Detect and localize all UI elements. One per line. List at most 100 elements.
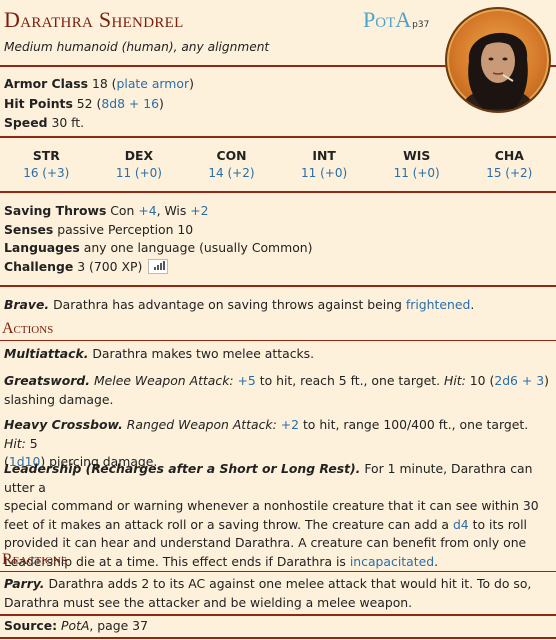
attack-roll[interactable]: +5 <box>238 373 256 388</box>
action-greatsword: Greatsword. Melee Weapon Attack: +5 to h… <box>4 373 549 407</box>
ability-con: CON 14 (+2) <box>185 146 278 182</box>
ability-name: STR <box>32 148 60 163</box>
action-title: Greatsword. <box>4 373 90 388</box>
action-title: Heavy Crossbow. <box>4 417 123 432</box>
ability-cha: CHA 15 (+2) <box>463 146 556 182</box>
action-text: to hit, range 100/400 ft., one target. <box>302 417 529 432</box>
creature-name: Darathra Shendrel <box>4 7 184 32</box>
action-title: Multiattack. <box>4 346 89 361</box>
ability-str: STR 16 (+3) <box>0 146 93 182</box>
languages-row: Languages any one language (usually Comm… <box>4 239 312 258</box>
trait-text: Darathra has advantage on saving throws … <box>53 297 402 312</box>
bar-chart-icon <box>163 260 166 270</box>
languages-value: any one language (usually Common) <box>83 240 313 256</box>
ability-name: WIS <box>403 148 431 163</box>
attack-type: Melee Weapon Attack: <box>93 373 234 388</box>
source-page: p37 <box>412 20 430 30</box>
speed-row: Speed 30 ft. <box>4 113 194 133</box>
bar-chart-icon <box>160 262 163 270</box>
ability-roll[interactable]: 15 (+2) <box>463 165 556 182</box>
token-portrait[interactable] <box>445 7 551 113</box>
damage-roll[interactable]: 2d6 + 3 <box>494 373 544 388</box>
action-text: Darathra makes two melee attacks. <box>92 346 315 361</box>
action-text: to its roll <box>472 516 528 532</box>
reaction-text: Darathra adds 2 to its AC against one me… <box>48 576 532 591</box>
divider <box>0 285 556 287</box>
hit-points-label: Hit Points <box>4 95 73 111</box>
ability-roll[interactable]: 11 (+0) <box>278 165 371 182</box>
ability-name: DEX <box>124 148 154 163</box>
hit-label: Hit: <box>444 373 466 388</box>
properties-block: Saving Throws Con +4, Wis +2 Senses pass… <box>4 202 312 276</box>
save-con-roll[interactable]: +4 <box>138 203 156 218</box>
speed-label: Speed <box>4 115 48 130</box>
speed-value: 30 ft. <box>51 115 85 130</box>
action-text: provided it can hear and understand Dara… <box>4 535 527 551</box>
damage-value: 10 <box>469 373 486 388</box>
ability-name: CON <box>216 148 247 163</box>
ability-int: INT 11 (+0) <box>278 146 371 182</box>
languages-label: Languages <box>4 240 80 256</box>
armor-class-label: Armor Class <box>4 76 88 91</box>
action-text: slashing damage. <box>4 391 114 407</box>
hit-label: Hit: <box>4 435 26 451</box>
action-title: Leadership (Recharges after a Short or L… <box>4 461 361 476</box>
saving-throws-row: Saving Throws Con +4, Wis +2 <box>4 203 209 218</box>
core-stats: Armor Class 18 (plate armor) Hit Points … <box>4 74 194 133</box>
bar-chart-icon <box>154 266 157 270</box>
attack-roll[interactable]: +2 <box>281 417 299 432</box>
trait-brave: Brave. Darathra has advantage on saving … <box>4 297 475 312</box>
die-roll[interactable]: d4 <box>453 517 469 532</box>
actions-heading: Actions <box>2 320 54 337</box>
frightened-link[interactable]: frightened <box>406 297 470 312</box>
hit-points-value: 52 <box>76 95 93 111</box>
action-leadership: Leadership (Recharges after a Short or L… <box>4 461 539 569</box>
challenge-label: Challenge <box>4 258 74 274</box>
hit-points-row: Hit Points 52 (8d8 + 16) <box>4 95 164 111</box>
senses-label: Senses <box>4 221 54 237</box>
action-text: special command or warning whenever a no… <box>4 498 539 514</box>
portrait-image <box>458 32 538 111</box>
attack-type: Ranged Weapon Attack: <box>126 417 277 432</box>
incapacitated-link[interactable]: incapacitated <box>350 554 434 569</box>
ability-dex: DEX 11 (+0) <box>93 146 186 182</box>
divider <box>0 614 556 616</box>
trait-title: Brave. <box>4 297 50 312</box>
reactions-heading: Reactions <box>2 551 68 568</box>
armor-class-row: Armor Class 18 (plate armor) <box>4 76 194 91</box>
ability-wis: WIS 11 (+0) <box>370 146 463 182</box>
source-tag[interactable]: PotAp37 <box>363 7 429 33</box>
ability-roll[interactable]: 11 (+0) <box>93 165 186 182</box>
source-page-ref: , page 37 <box>89 618 148 633</box>
hit-dice-roll[interactable]: 8d8 + 16 <box>101 96 159 111</box>
source-footer: Source: PotA, page 37 <box>4 617 550 636</box>
encounter-calc-button[interactable] <box>148 258 169 274</box>
challenge-value: 3 (700 XP) <box>77 258 143 274</box>
creature-type: Medium humanoid (human), any alignment <box>4 40 270 54</box>
source-abbr[interactable]: PotA <box>363 7 411 32</box>
challenge-row: Challenge 3 (700 XP) <box>4 258 312 277</box>
divider <box>0 571 556 572</box>
save-wis-roll[interactable]: +2 <box>190 203 208 218</box>
reaction-parry: Parry. Darathra adds 2 to its AC against… <box>4 575 550 612</box>
reaction-title: Parry. <box>4 576 45 591</box>
senses-row: Senses passive Perception 10 <box>4 221 312 240</box>
reaction-text: Darathra must see the attacker and be wi… <box>4 594 413 610</box>
senses-value: passive Perception 10 <box>57 221 194 237</box>
ability-roll[interactable]: 16 (+3) <box>0 165 93 182</box>
divider <box>0 340 556 341</box>
armor-link[interactable]: plate armor <box>117 76 190 91</box>
saving-throws-label: Saving Throws <box>4 203 107 218</box>
source-book: PotA <box>61 618 90 633</box>
ability-roll[interactable]: 11 (+0) <box>370 165 463 182</box>
ability-name: INT <box>312 148 336 163</box>
divider <box>0 136 556 138</box>
bar-chart-icon <box>157 264 160 270</box>
armor-class-value: 18 <box>91 76 108 91</box>
action-text: to hit, reach 5 ft., one target. <box>259 373 441 388</box>
source-label: Source: <box>4 618 58 633</box>
action-multiattack: Multiattack. Darathra makes two melee at… <box>4 345 550 364</box>
ability-scores: STR 16 (+3) DEX 11 (+0) CON 14 (+2) INT … <box>0 146 556 182</box>
ability-roll[interactable]: 14 (+2) <box>185 165 278 182</box>
divider <box>0 191 556 193</box>
